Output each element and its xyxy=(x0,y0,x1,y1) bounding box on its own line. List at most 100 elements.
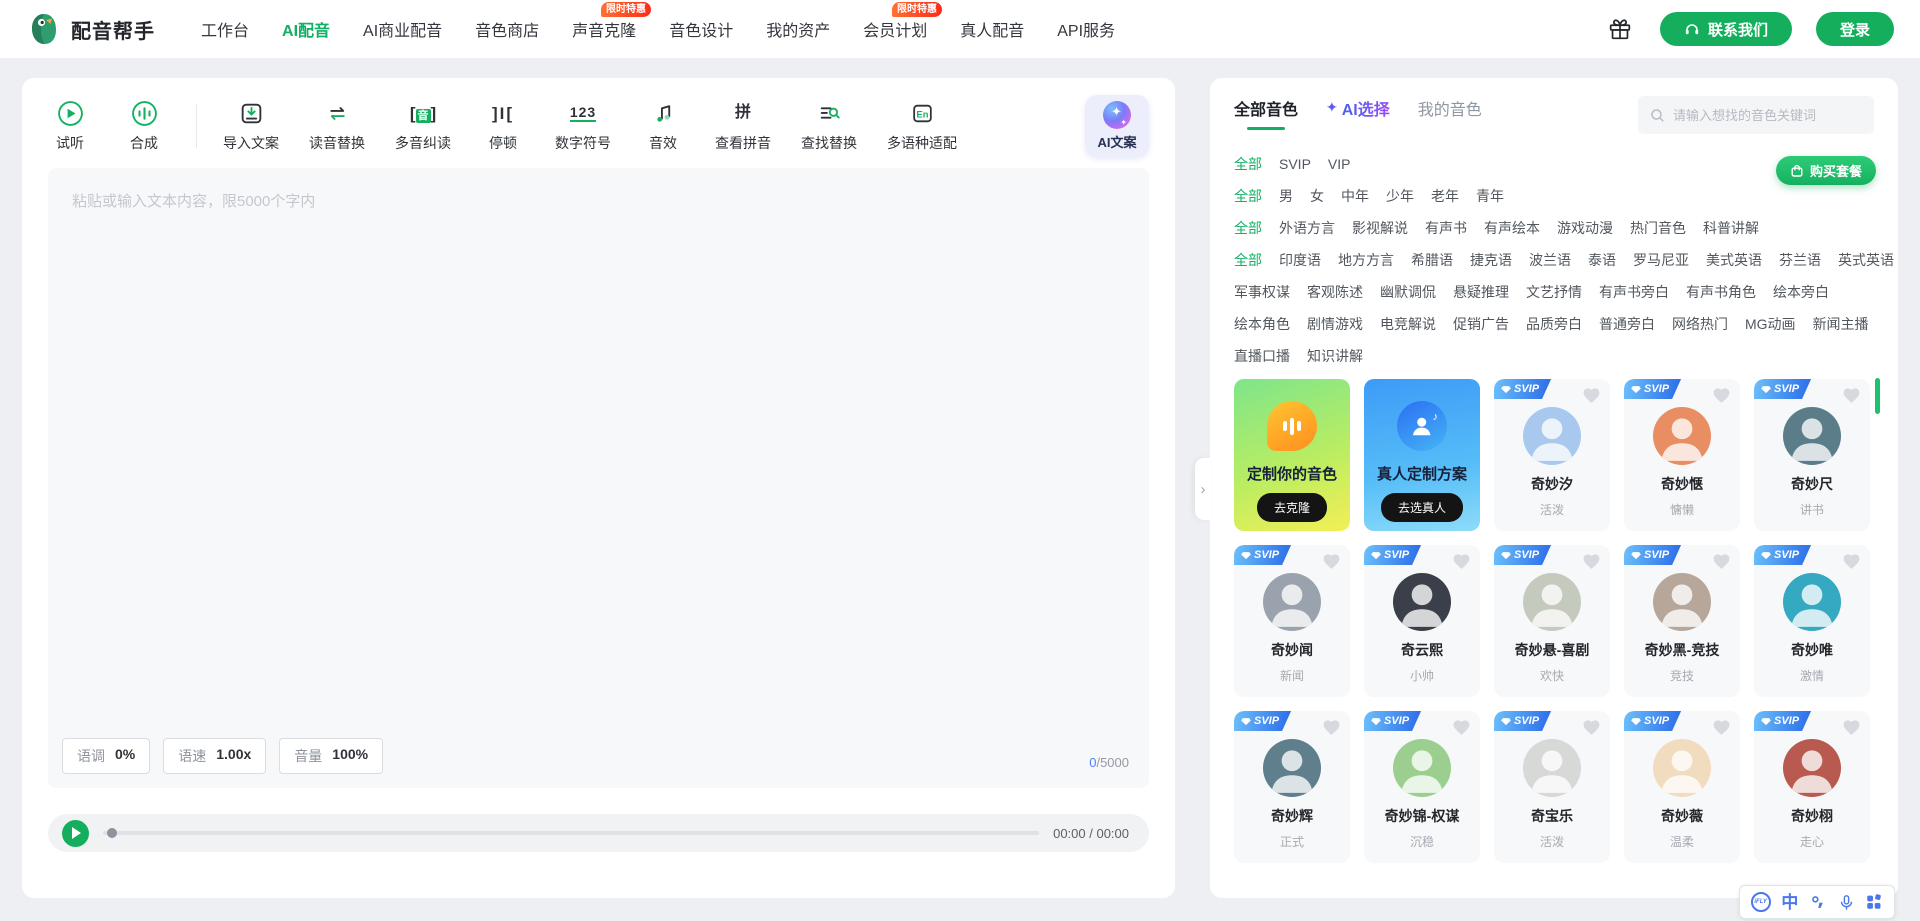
nav-item-2[interactable]: AI商业配音 xyxy=(363,17,442,41)
nav-item-4[interactable]: 声音克隆限时特惠 xyxy=(572,17,636,41)
punctuation-icon[interactable] xyxy=(1809,893,1827,911)
favorite-heart-icon[interactable] xyxy=(1582,718,1601,737)
contact-us-button[interactable]: 联系我们 xyxy=(1660,12,1792,46)
ai-copy-button[interactable]: ✦✦AI文案 xyxy=(1085,95,1149,157)
favorite-heart-icon[interactable] xyxy=(1842,552,1861,571)
voice-card[interactable]: SVIP 奇云熙 小帅 xyxy=(1364,545,1480,697)
tool-pronunciation-replace[interactable]: 读音替换 xyxy=(309,100,365,153)
filter-item[interactable]: 美式英语 xyxy=(1706,248,1762,273)
favorite-heart-icon[interactable] xyxy=(1712,552,1731,571)
favorite-heart-icon[interactable] xyxy=(1842,718,1861,737)
text-input-area[interactable]: 粘贴或输入文本内容，限5000个字内 语调0%语速1.00x音量100% 0/5… xyxy=(48,168,1149,788)
nav-item-1[interactable]: AI配音 xyxy=(282,17,330,41)
filter-item[interactable]: 新闻主播 xyxy=(1813,312,1869,337)
nav-item-6[interactable]: 我的资产 xyxy=(766,17,830,41)
filter-item[interactable]: 绘本旁白 xyxy=(1773,280,1829,305)
nav-item-8[interactable]: 真人配音 xyxy=(960,17,1024,41)
brand-logo[interactable]: 配音帮手 xyxy=(26,11,155,47)
gift-icon[interactable] xyxy=(1604,13,1636,45)
favorite-heart-icon[interactable] xyxy=(1842,386,1861,405)
tool-multilingual[interactable]: En多语种适配 xyxy=(887,100,957,153)
voice-card[interactable]: SVIP 奇妙尺 讲书 xyxy=(1754,379,1870,531)
voice-search-input[interactable] xyxy=(1673,108,1862,123)
filter-item[interactable]: 女 xyxy=(1310,184,1324,209)
filter-item[interactable]: 游戏动漫 xyxy=(1557,216,1613,241)
ifly-logo-icon[interactable]: iFLY xyxy=(1751,892,1771,912)
filter-item[interactable]: 知识讲解 xyxy=(1307,344,1363,369)
voice-search[interactable] xyxy=(1638,96,1874,134)
voice-tab-0[interactable]: 全部音色 xyxy=(1234,96,1298,130)
seek-handle[interactable] xyxy=(107,828,117,838)
filter-item[interactable]: 剧情游戏 xyxy=(1307,312,1363,337)
chinese-mode-icon[interactable]: 中 xyxy=(1781,894,1798,911)
voice-card[interactable]: SVIP 奇妙辉 正式 xyxy=(1234,711,1350,863)
filter-item[interactable]: 科普讲解 xyxy=(1703,216,1759,241)
filter-item[interactable]: 希腊语 xyxy=(1411,248,1453,273)
voice-card[interactable]: SVIP 奇妙汐 活泼 xyxy=(1494,379,1610,531)
buy-package-button[interactable]: 购买套餐 xyxy=(1776,156,1876,185)
filter-item[interactable]: 影视解说 xyxy=(1352,216,1408,241)
filter-item[interactable]: 印度语 xyxy=(1279,248,1321,273)
voice-tab-1[interactable]: ✦AI选择 xyxy=(1326,96,1390,130)
filter-item[interactable]: 泰语 xyxy=(1588,248,1616,273)
filter-item[interactable]: 芬兰语 xyxy=(1779,248,1821,273)
microphone-icon[interactable] xyxy=(1838,894,1855,911)
filter-item[interactable]: 少年 xyxy=(1386,184,1414,209)
tool-play-circle[interactable]: 试听 xyxy=(48,100,92,153)
filter-item[interactable]: 外语方言 xyxy=(1279,216,1335,241)
collapse-panel-handle[interactable]: › xyxy=(1195,458,1211,520)
voice-card[interactable]: SVIP 奇妙闻 新闻 xyxy=(1234,545,1350,697)
voice-card[interactable]: SVIP 奇妙锦-权谋 沉稳 xyxy=(1364,711,1480,863)
filter-item[interactable]: 有声书旁白 xyxy=(1599,280,1669,305)
control-speed[interactable]: 语速1.00x xyxy=(163,738,266,774)
filter-item[interactable]: 全部 xyxy=(1234,216,1262,241)
promo-card-0[interactable]: 定制你的音色 去克隆 xyxy=(1234,379,1350,531)
promo-card-1[interactable]: ♪ 真人定制方案 去选真人 xyxy=(1364,379,1480,531)
play-button[interactable] xyxy=(62,820,89,847)
tool-view-pinyin[interactable]: 拼查看拼音 xyxy=(715,100,771,153)
filter-item[interactable]: 有声书 xyxy=(1425,216,1467,241)
favorite-heart-icon[interactable] xyxy=(1452,552,1471,571)
nav-item-0[interactable]: 工作台 xyxy=(201,17,249,41)
promo-action-button[interactable]: 去克隆 xyxy=(1257,493,1327,522)
voice-card[interactable]: SVIP 奇妙惬 慵懒 xyxy=(1624,379,1740,531)
filter-item[interactable]: SVIP xyxy=(1279,152,1311,177)
tool-polyphone-correct[interactable]: [音]多音纠读 xyxy=(395,100,451,153)
tool-import-doc[interactable]: 导入文案 xyxy=(223,100,279,153)
voice-card[interactable]: SVIP 奇宝乐 活泼 xyxy=(1494,711,1610,863)
favorite-heart-icon[interactable] xyxy=(1712,386,1731,405)
filter-item[interactable]: VIP xyxy=(1328,152,1351,177)
tool-synthesize[interactable]: 合成 xyxy=(122,100,166,153)
tool-pause-insert[interactable]: ]I[停顿 xyxy=(481,100,525,153)
filter-item[interactable]: 波兰语 xyxy=(1529,248,1571,273)
filter-item[interactable]: 男 xyxy=(1279,184,1293,209)
filter-item[interactable]: 直播口播 xyxy=(1234,344,1290,369)
voice-card[interactable]: SVIP 奇妙悬-喜剧 欢快 xyxy=(1494,545,1610,697)
favorite-heart-icon[interactable] xyxy=(1582,552,1601,571)
filter-item[interactable]: 地方方言 xyxy=(1338,248,1394,273)
tool-find-replace[interactable]: 查找替换 xyxy=(801,100,857,153)
nav-item-5[interactable]: 音色设计 xyxy=(669,17,733,41)
nav-item-9[interactable]: API服务 xyxy=(1057,17,1115,41)
filter-item[interactable]: 青年 xyxy=(1476,184,1504,209)
keyboard-layout-icon[interactable] xyxy=(1865,893,1883,911)
filter-item[interactable]: 军事权谋 xyxy=(1234,280,1290,305)
nav-item-3[interactable]: 音色商店 xyxy=(475,17,539,41)
filter-item[interactable]: 品质旁白 xyxy=(1526,312,1582,337)
tool-sound-effect[interactable]: 音效 xyxy=(641,100,685,153)
voice-card[interactable]: SVIP 奇妙薇 温柔 xyxy=(1624,711,1740,863)
filter-item[interactable]: 电竞解说 xyxy=(1380,312,1436,337)
control-volume[interactable]: 音量100% xyxy=(279,738,383,774)
login-button[interactable]: 登录 xyxy=(1816,12,1894,46)
voice-card[interactable]: SVIP 奇妙栩 走心 xyxy=(1754,711,1870,863)
control-pitch[interactable]: 语调0% xyxy=(62,738,150,774)
filter-item[interactable]: 热门音色 xyxy=(1630,216,1686,241)
filter-item[interactable]: MG动画 xyxy=(1745,312,1796,337)
filter-item[interactable]: 绘本角色 xyxy=(1234,312,1290,337)
filter-item[interactable]: 悬疑推理 xyxy=(1453,280,1509,305)
filter-item[interactable]: 全部 xyxy=(1234,152,1262,177)
favorite-heart-icon[interactable] xyxy=(1322,552,1341,571)
favorite-heart-icon[interactable] xyxy=(1582,386,1601,405)
filter-item[interactable]: 老年 xyxy=(1431,184,1459,209)
voice-tab-2[interactable]: 我的音色 xyxy=(1418,96,1482,130)
